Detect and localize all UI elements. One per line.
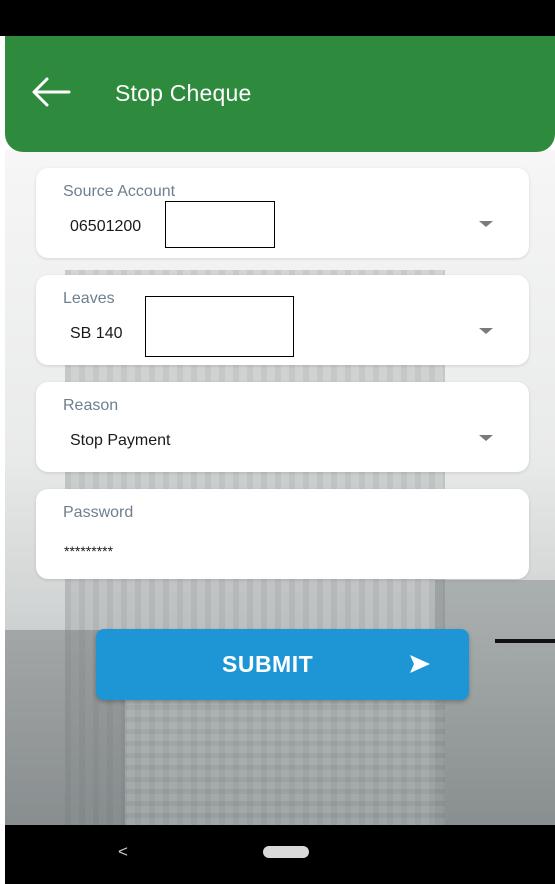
source-account-value: 06501200 — [70, 218, 142, 235]
chevron-down-icon — [479, 328, 493, 334]
reason-label: Reason — [63, 397, 119, 414]
page-title: Stop Cheque — [115, 80, 252, 106]
submit-button[interactable]: SUBMIT — [96, 629, 469, 700]
source-account-dropdown[interactable]: Source Account 06501200 — [36, 168, 529, 258]
source-account-label: Source Account — [63, 183, 176, 200]
system-nav-bar: < — [5, 825, 555, 884]
app-bar: Stop Cheque — [5, 36, 555, 152]
status-bar — [0, 0, 555, 36]
reason-value: Stop Payment — [70, 432, 171, 449]
leaves-dropdown[interactable]: Leaves SB 140 — [36, 275, 529, 365]
password-label: Password — [63, 504, 134, 521]
leaves-value: SB 140 — [70, 325, 123, 342]
chevron-down-icon — [479, 435, 493, 441]
reason-dropdown[interactable]: Reason Stop Payment — [36, 382, 529, 472]
arrow-left-icon[interactable] — [29, 76, 73, 108]
submit-label: SUBMIT — [222, 651, 314, 677]
redaction-box — [145, 296, 294, 357]
chevron-down-icon — [479, 221, 493, 227]
password-field[interactable]: Password ********* — [36, 489, 529, 579]
nav-back-button[interactable]: < — [118, 842, 128, 862]
leaves-label: Leaves — [63, 290, 115, 307]
redaction-box — [165, 201, 275, 248]
home-pill-icon[interactable] — [263, 846, 309, 858]
background-building — [125, 690, 445, 825]
password-value: ********* — [64, 543, 114, 559]
screen-edge — [0, 36, 5, 884]
background-building — [435, 580, 555, 825]
send-arrow-icon — [410, 655, 430, 673]
divider-line — [495, 639, 555, 643]
